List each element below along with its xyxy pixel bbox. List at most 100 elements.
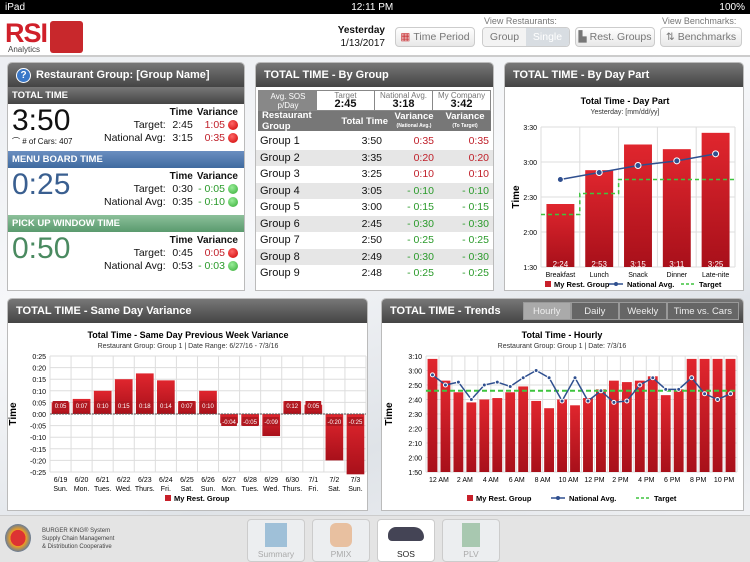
avg-sos-label: Avg. SOS p/Day bbox=[259, 91, 317, 110]
tab-hourly[interactable]: Hourly bbox=[522, 302, 571, 320]
brand-line2: Supply Chain Management bbox=[42, 536, 115, 542]
tab-daily[interactable]: Daily bbox=[570, 302, 619, 320]
status-bar: iPad 12:11 PM 100% bbox=[0, 0, 750, 14]
bar-label: 0:14 bbox=[160, 404, 172, 410]
total-time: 3:35 bbox=[328, 149, 386, 166]
variance-target: - 0:30 bbox=[438, 215, 493, 232]
car-count-text: # of Cars: 407 bbox=[22, 137, 73, 146]
nav-sos-label: SOS bbox=[397, 549, 415, 559]
national-avg-point bbox=[585, 398, 591, 404]
nav-summary-label: Summary bbox=[257, 549, 295, 559]
target-label: Target: bbox=[133, 119, 166, 131]
section-header: MENU BOARD TIME bbox=[8, 151, 244, 168]
chart-title: Total Time - Hourly bbox=[522, 330, 603, 340]
x-tick-label: 6/23 bbox=[138, 477, 152, 484]
natl-variance: 0:35 bbox=[204, 132, 225, 144]
y-tick-label: 3:00 bbox=[523, 160, 537, 167]
bar bbox=[440, 380, 451, 472]
red-status-icon bbox=[228, 120, 238, 131]
col-variance: Variance bbox=[196, 235, 238, 246]
variance-target: - 0:25 bbox=[462, 234, 489, 247]
legend-swatch-bar bbox=[467, 495, 473, 501]
national-avg-point bbox=[598, 388, 604, 394]
x-tick-day: Thurs. bbox=[135, 486, 155, 493]
bar bbox=[585, 170, 614, 267]
metric-value: 0:50 bbox=[12, 232, 71, 265]
group-name: Group 9 bbox=[260, 267, 300, 280]
col-group: Restaurant Group bbox=[262, 110, 312, 132]
help-icon[interactable]: ? bbox=[16, 67, 31, 83]
table-row[interactable]: Group 7 2:50 - 0:25 - 0:25 bbox=[256, 232, 493, 249]
chart-subtitle: Restaurant Group: Group 1 | Date Range: … bbox=[98, 343, 279, 350]
national-avg-point bbox=[520, 375, 526, 381]
bar-label: 0:10 bbox=[202, 404, 214, 410]
natl-variance: - 0:03 bbox=[198, 260, 225, 272]
national-avg-point bbox=[689, 375, 695, 381]
national-avg-point bbox=[429, 372, 435, 378]
table-row[interactable]: Group 2 3:35 0:20 0:20 bbox=[256, 149, 493, 166]
table-row[interactable]: Group 8 2:49- 0:30- 0:30 bbox=[256, 248, 493, 265]
bar bbox=[557, 399, 567, 472]
variance-chart: Total Time - Same Day Previous Week Vari… bbox=[8, 330, 367, 503]
national-avg-point bbox=[663, 386, 669, 392]
nav-summary[interactable]: Summary bbox=[247, 519, 305, 562]
col-total: Total Time bbox=[341, 115, 388, 127]
table-row[interactable]: Group 3 3:25 0:10 0:10 bbox=[256, 166, 493, 183]
x-tick-label: 7/1 bbox=[308, 477, 318, 484]
nav-plv[interactable]: PLV bbox=[442, 519, 500, 562]
table-row[interactable]: Group 9 2:48 - 0:25 - 0:25 bbox=[256, 265, 493, 282]
bar-label: 0:12 bbox=[286, 404, 298, 410]
x-tick-label: 4 AM bbox=[483, 477, 499, 484]
table-row[interactable]: Group 6 2:45- 0:30- 0:30 bbox=[256, 215, 493, 232]
natl-variance: - 0:10 bbox=[198, 196, 225, 208]
table-row[interactable]: Group 1 3:50 0:35 0:35 bbox=[256, 133, 493, 150]
tab-weekly[interactable]: Weekly bbox=[618, 302, 667, 320]
variance-target: 0:35 bbox=[468, 135, 489, 148]
benchmarks-button[interactable]: ⇅ Benchmarks bbox=[660, 27, 742, 47]
table-row[interactable]: Group 5 3:00 - 0:15 - 0:15 bbox=[256, 199, 493, 216]
rest-groups-button[interactable]: ▙ Rest. Groups bbox=[575, 27, 655, 47]
logo-subtext: Analytics bbox=[8, 45, 41, 54]
bar-label: -0:20 bbox=[328, 420, 342, 426]
bar bbox=[492, 398, 503, 472]
national-avg-point bbox=[556, 176, 564, 183]
y-tick-label: -0:20 bbox=[30, 458, 46, 465]
variance-natl: 0:20 bbox=[386, 149, 438, 166]
summary-header: ? Restaurant Group: [Group Name] bbox=[8, 63, 244, 87]
date-display: Yesterday 1/13/2017 bbox=[330, 24, 385, 50]
single-option[interactable]: Single bbox=[526, 28, 569, 46]
national-avg-point bbox=[637, 382, 643, 388]
national-avg-point bbox=[533, 368, 539, 373]
bar-label: 2:53 bbox=[591, 260, 607, 269]
national-avg-point bbox=[728, 391, 734, 397]
natl-label: National Avg: bbox=[103, 132, 166, 144]
col-variance: Variance bbox=[196, 171, 238, 182]
tab-time-vs-cars[interactable]: Time vs. Cars bbox=[666, 302, 739, 320]
legend-swatch-point bbox=[556, 496, 560, 500]
table-row[interactable]: Group 4 3:05- 0:10- 0:10 bbox=[256, 182, 493, 199]
x-tick-label: 6/25 bbox=[180, 477, 194, 484]
y-tick-label: 2:00 bbox=[408, 456, 422, 463]
x-tick-label: 10 AM bbox=[559, 477, 579, 484]
time-period-button[interactable]: ▦ Time Period bbox=[395, 27, 475, 47]
y-tick-label: 2:20 bbox=[408, 427, 422, 434]
bar bbox=[583, 398, 593, 472]
group-option[interactable]: Group bbox=[483, 28, 526, 46]
bar bbox=[570, 405, 580, 472]
x-tick-label: 6/22 bbox=[117, 477, 131, 484]
metric-block: 0:50 Time Variance Target: 0:45 0:05 Nation… bbox=[8, 232, 244, 279]
x-tick-day: Sun. bbox=[201, 486, 215, 493]
variance-target: - 0:10 bbox=[438, 182, 493, 199]
group-table-header: Restaurant Group Total Time Variance (Nat… bbox=[258, 110, 491, 132]
variance-natl: - 0:10 bbox=[386, 182, 438, 199]
national-avg-point bbox=[611, 399, 617, 405]
date-value: 1/13/2017 bbox=[340, 38, 386, 49]
target-variance: 1:05 bbox=[204, 119, 225, 131]
bar-label: -0:09 bbox=[264, 420, 278, 426]
company-value: 3:42 bbox=[450, 98, 473, 110]
total-time: 2:50 bbox=[361, 234, 382, 247]
x-tick-label: 6/24 bbox=[159, 477, 173, 484]
nav-pmix[interactable]: PMIX bbox=[312, 519, 370, 562]
y-axis-label: Time bbox=[511, 185, 522, 209]
nav-sos[interactable]: SOS bbox=[377, 519, 435, 562]
